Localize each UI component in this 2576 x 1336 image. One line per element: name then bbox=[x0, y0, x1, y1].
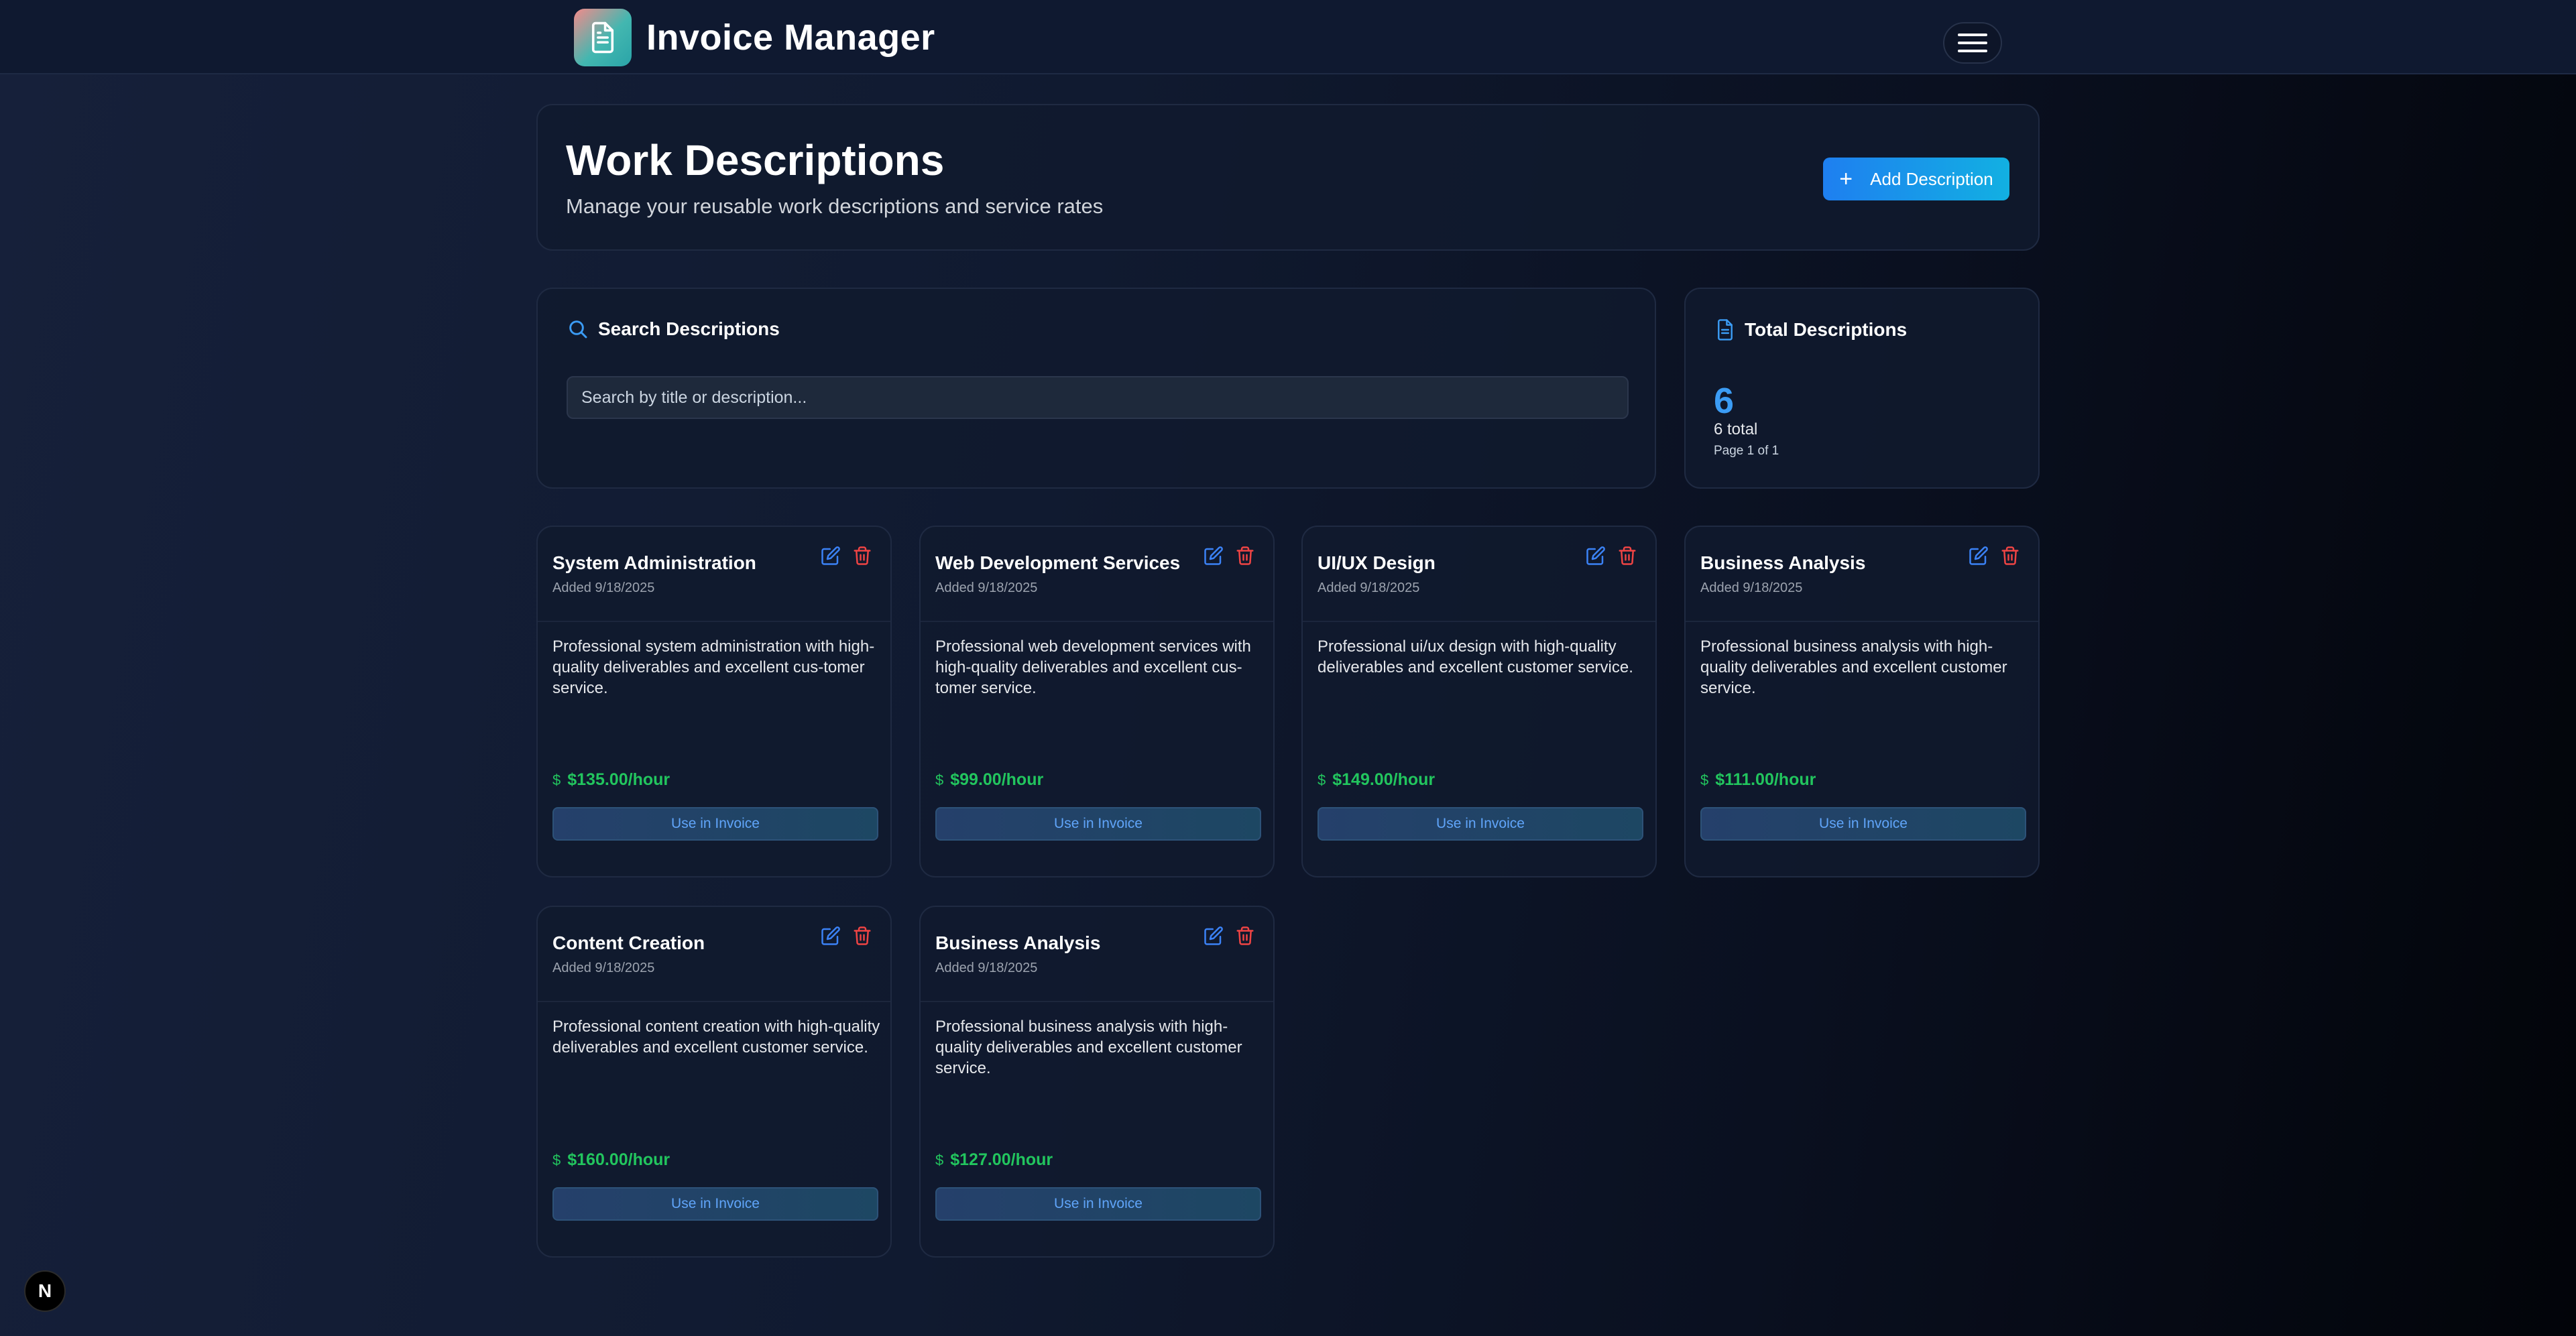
edit-icon[interactable] bbox=[1969, 546, 1989, 566]
dollar-icon: $ bbox=[552, 1151, 561, 1168]
hamburger-icon bbox=[1958, 34, 1987, 52]
description-title: Content Creation bbox=[552, 932, 705, 953]
description-title: System Administration bbox=[552, 552, 756, 573]
menu-button[interactable] bbox=[1943, 22, 2002, 64]
dollar-icon: $ bbox=[935, 771, 944, 788]
add-description-label: Add Description bbox=[1870, 168, 1993, 189]
dev-tools-badge[interactable]: N bbox=[24, 1270, 66, 1312]
description-card: UI/UX Design Added 9/18/2025 Professiona… bbox=[1301, 526, 1657, 877]
description-added-date: Added 9/18/2025 bbox=[552, 961, 655, 975]
total-section-label: Total Descriptions bbox=[1745, 319, 1908, 340]
description-rate: $ $111.00/hour bbox=[1700, 770, 1816, 790]
document-icon bbox=[574, 9, 632, 66]
total-text: 6 total bbox=[1714, 420, 1758, 438]
description-card: Content Creation Added 9/18/2025 Profess… bbox=[536, 906, 892, 1258]
page-indicator: Page 1 of 1 bbox=[1714, 444, 1779, 458]
edit-icon[interactable] bbox=[821, 926, 841, 946]
use-in-invoice-button[interactable]: Use in Invoice bbox=[935, 1187, 1261, 1221]
rate-value: $127.00/hour bbox=[950, 1150, 1053, 1169]
description-text: Professional web development services wi… bbox=[935, 637, 1251, 697]
top-navbar: Invoice Manager bbox=[0, 0, 2576, 74]
description-rate: $ $127.00/hour bbox=[935, 1150, 1053, 1170]
card-divider bbox=[538, 621, 890, 622]
description-rate: $ $99.00/hour bbox=[935, 770, 1043, 790]
total-descriptions-panel: Total Descriptions 6 6 total Page 1 of 1 bbox=[1684, 288, 2040, 489]
page-title: Work Descriptions bbox=[566, 136, 945, 184]
rate-value: $135.00/hour bbox=[567, 770, 670, 789]
plus-icon: + bbox=[1839, 166, 1853, 192]
rate-value: $111.00/hour bbox=[1715, 770, 1816, 789]
trash-icon[interactable] bbox=[1617, 546, 1637, 566]
search-icon bbox=[569, 320, 587, 339]
rate-value: $99.00/hour bbox=[950, 770, 1044, 789]
use-in-invoice-button[interactable]: Use in Invoice bbox=[1700, 807, 2026, 841]
description-added-date: Added 9/18/2025 bbox=[935, 961, 1038, 975]
description-added-date: Added 9/18/2025 bbox=[552, 581, 655, 595]
dollar-icon: $ bbox=[1318, 771, 1326, 788]
description-card: Business Analysis Added 9/18/2025 Profes… bbox=[919, 906, 1275, 1258]
description-title: Web Development Services bbox=[935, 552, 1181, 573]
edit-icon[interactable] bbox=[1204, 546, 1224, 566]
use-in-invoice-button[interactable]: Use in Invoice bbox=[935, 807, 1261, 841]
description-added-date: Added 9/18/2025 bbox=[935, 581, 1038, 595]
description-added-date: Added 9/18/2025 bbox=[1318, 581, 1420, 595]
edit-icon[interactable] bbox=[1204, 926, 1224, 946]
use-in-invoice-button[interactable]: Use in Invoice bbox=[552, 807, 878, 841]
rate-value: $149.00/hour bbox=[1332, 770, 1436, 789]
description-title: Business Analysis bbox=[935, 932, 1101, 953]
dollar-icon: $ bbox=[552, 771, 561, 788]
description-title: UI/UX Design bbox=[1318, 552, 1436, 573]
description-rate: $ $160.00/hour bbox=[552, 1150, 670, 1170]
document-icon bbox=[1718, 319, 1733, 341]
brand[interactable]: Invoice Manager bbox=[574, 9, 935, 66]
description-card: System Administration Added 9/18/2025 Pr… bbox=[536, 526, 892, 877]
description-added-date: Added 9/18/2025 bbox=[1700, 581, 1803, 595]
trash-icon[interactable] bbox=[1235, 926, 1255, 946]
trash-icon[interactable] bbox=[1235, 546, 1255, 566]
description-card: Web Development Services Added 9/18/2025… bbox=[919, 526, 1275, 877]
trash-icon[interactable] bbox=[852, 926, 872, 946]
trash-icon[interactable] bbox=[852, 546, 872, 566]
dollar-icon: $ bbox=[935, 1151, 944, 1168]
rate-value: $160.00/hour bbox=[567, 1150, 670, 1169]
description-rate: $ $149.00/hour bbox=[1318, 770, 1435, 790]
trash-icon[interactable] bbox=[2000, 546, 2020, 566]
description-card: Business Analysis Added 9/18/2025 Profes… bbox=[1684, 526, 2040, 877]
card-divider bbox=[1303, 621, 1655, 622]
description-text: Professional business analysis with high… bbox=[1700, 637, 2007, 697]
description-title: Business Analysis bbox=[1700, 552, 1866, 573]
edit-icon[interactable] bbox=[821, 546, 841, 566]
total-heading: Total Descriptions bbox=[1715, 318, 1907, 341]
card-divider bbox=[1686, 621, 2038, 622]
description-text: Professional ui/ux design with high-qual… bbox=[1318, 637, 1633, 676]
search-heading: Search Descriptions bbox=[567, 318, 780, 340]
search-panel: Search Descriptions bbox=[536, 288, 1656, 489]
description-text: Professional system administration with … bbox=[552, 637, 875, 697]
page-subtitle: Manage your reusable work descriptions a… bbox=[566, 194, 1104, 218]
description-rate: $ $135.00/hour bbox=[552, 770, 670, 790]
card-divider bbox=[538, 1001, 890, 1002]
page-header: Work Descriptions Manage your reusable w… bbox=[536, 104, 2040, 251]
description-text: Professional business analysis with high… bbox=[935, 1018, 1242, 1077]
use-in-invoice-button[interactable]: Use in Invoice bbox=[552, 1187, 878, 1221]
card-divider bbox=[921, 1001, 1273, 1002]
card-divider bbox=[921, 621, 1273, 622]
dollar-icon: $ bbox=[1700, 771, 1709, 788]
use-in-invoice-button[interactable]: Use in Invoice bbox=[1318, 807, 1643, 841]
app-title: Invoice Manager bbox=[646, 17, 935, 58]
add-description-button[interactable]: + Add Description bbox=[1823, 158, 2009, 200]
search-input[interactable] bbox=[567, 376, 1629, 419]
total-count: 6 bbox=[1714, 381, 1735, 421]
description-text: Professional content creation with high-… bbox=[552, 1018, 880, 1056]
search-section-label: Search Descriptions bbox=[598, 318, 780, 339]
edit-icon[interactable] bbox=[1586, 546, 1606, 566]
